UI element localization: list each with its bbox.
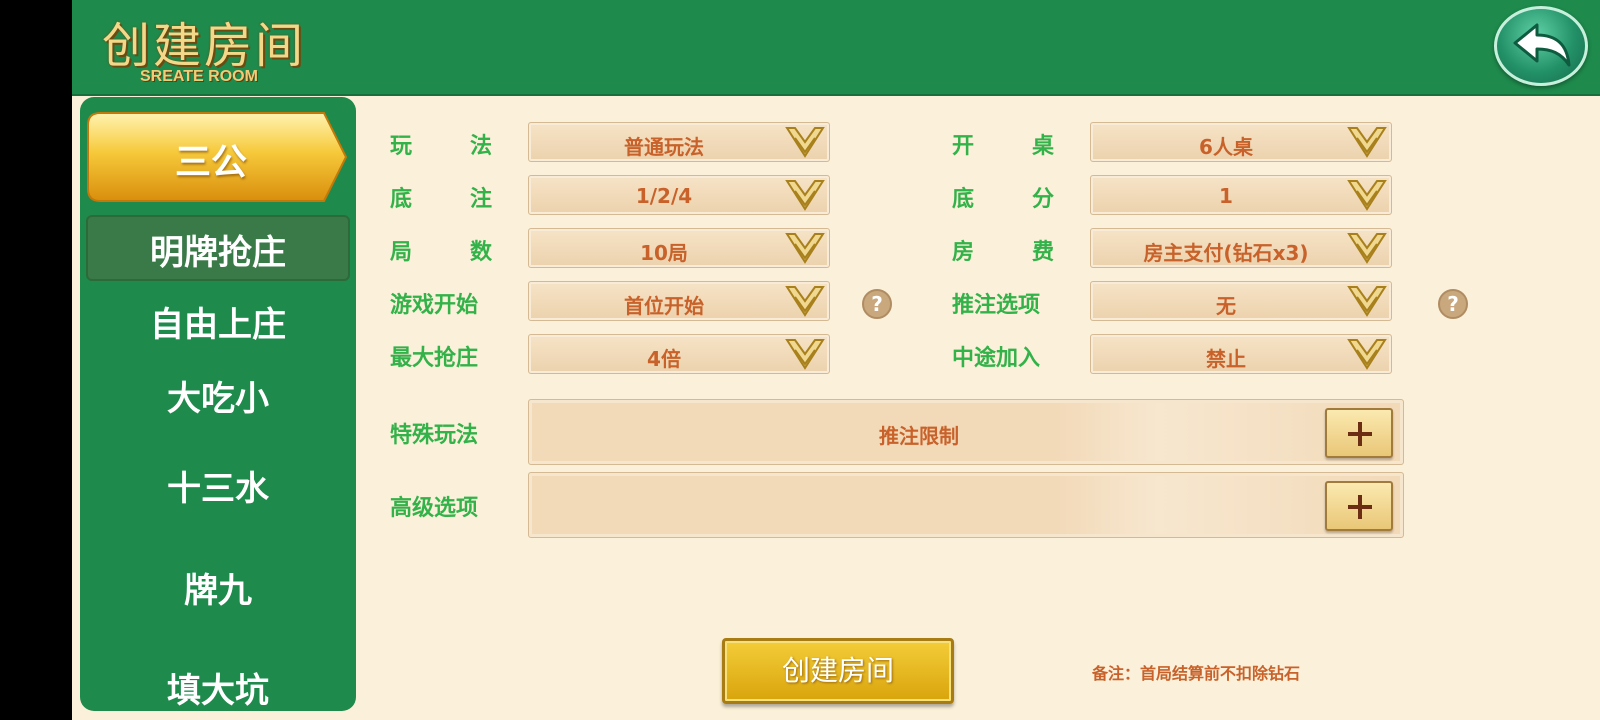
sidebar-item-shisanshui[interactable]: 十三水 (80, 461, 356, 510)
app-window: 创建房间 SREATE ROOM 三公 明牌抢庄 自由上庄 大吃小 十三水 牌九… (72, 0, 1600, 720)
select-value: 无 (1216, 294, 1236, 318)
label-youxikaishi: 游戏开始 (390, 293, 479, 318)
select-kaizhuo[interactable]: 6人桌 (1090, 122, 1392, 162)
label-text: 玩法 (390, 134, 551, 159)
select-value: 禁止 (1206, 347, 1246, 371)
label-difen: 底分 (952, 181, 1112, 213)
sidebar-item-dachixiao[interactable]: 大吃小 (80, 371, 356, 420)
advanced-options-box (528, 472, 1404, 538)
label-teshuwanfa: 特殊玩法 (390, 423, 479, 448)
chevron-down-icon (1347, 127, 1387, 158)
select-value: 房主支付(钻石x3) (1143, 241, 1309, 265)
label-wanfa: 玩法 (390, 128, 500, 160)
select-youxikaishi[interactable]: 首位开始 (528, 281, 830, 321)
chevron-down-icon (785, 286, 825, 317)
label-zuidaqiangzhuang: 最大抢庄 (390, 346, 479, 371)
page-title: 创建房间 (102, 18, 307, 74)
game-tab-sangong[interactable]: 三公 (86, 111, 348, 202)
label-text: 底分 (952, 187, 1113, 212)
select-tuizhu[interactable]: 无 (1090, 281, 1392, 321)
select-zhongtujiaru[interactable]: 禁止 (1090, 334, 1392, 374)
label-tuizhu: 推注选项 (952, 293, 1041, 318)
label-text: 底注 (390, 187, 551, 212)
select-value: 普通玩法 (624, 135, 704, 159)
select-value: 1/2/4 (635, 184, 693, 208)
label-fangfei: 房费 (952, 234, 1112, 266)
label-text: 房费 (952, 240, 1113, 265)
label-text: 局数 (390, 240, 551, 265)
label-zhongtujiaru: 中途加入 (952, 346, 1041, 371)
select-zuidaqiangzhuang[interactable]: 4倍 (528, 334, 830, 374)
select-jushu[interactable]: 10局 (528, 228, 830, 268)
advanced-options-add-button[interactable] (1325, 481, 1393, 531)
special-rules-add-button[interactable] (1325, 408, 1393, 458)
select-value: 4倍 (647, 347, 681, 371)
sidebar-item-tiandakeng[interactable]: 填大坑 (80, 663, 356, 711)
chevron-down-icon (1347, 180, 1387, 211)
label-text: 开桌 (952, 134, 1113, 159)
create-room-button[interactable]: 创建房间 (722, 638, 954, 704)
label-kaizhuo: 开桌 (952, 128, 1062, 160)
sidebar-item-paijiu[interactable]: 牌九 (80, 563, 356, 612)
select-value: 1 (1219, 184, 1233, 208)
chevron-down-icon (785, 233, 825, 264)
select-value: 6人桌 (1199, 135, 1253, 159)
game-type-sidebar: 三公 明牌抢庄 自由上庄 大吃小 十三水 牌九 填大坑 (80, 97, 356, 711)
back-button[interactable] (1494, 6, 1588, 86)
footer-note: 备注：首局结算前不扣除钻石 (1092, 664, 1301, 683)
special-rules-box: 推注限制 (528, 399, 1404, 465)
chevron-down-icon (1347, 339, 1387, 370)
sidebar-item-ziyou[interactable]: 自由上庄 (80, 297, 356, 346)
chevron-down-icon (785, 127, 825, 158)
help-icon[interactable]: ? (862, 289, 892, 319)
select-value: 10局 (640, 241, 688, 265)
select-wanfa[interactable]: 普通玩法 (528, 122, 830, 162)
page-subtitle: SREATE ROOM (140, 68, 258, 85)
label-gaojixuanxiang: 高级选项 (390, 496, 479, 521)
plus-icon (1348, 422, 1372, 446)
plus-icon (1348, 495, 1372, 519)
chevron-down-icon (785, 339, 825, 370)
select-value: 首位开始 (624, 294, 704, 318)
header-bar: 创建房间 SREATE ROOM (72, 0, 1600, 96)
select-dizhu[interactable]: 1/2/4 (528, 175, 830, 215)
sidebar-item-mingpai[interactable]: 明牌抢庄 (80, 225, 356, 274)
chevron-down-icon (1347, 233, 1387, 264)
chevron-down-icon (1347, 286, 1387, 317)
select-fangfei[interactable]: 房主支付(钻石x3) (1090, 228, 1392, 268)
active-tab-label: 三公 (174, 142, 247, 183)
help-icon[interactable]: ? (1438, 289, 1468, 319)
back-arrow-icon (1513, 23, 1571, 67)
label-jushu: 局数 (390, 234, 550, 266)
chevron-down-icon (785, 180, 825, 211)
select-difen[interactable]: 1 (1090, 175, 1392, 215)
special-rules-value: 推注限制 (879, 424, 959, 448)
label-dizhu: 底注 (390, 181, 550, 213)
